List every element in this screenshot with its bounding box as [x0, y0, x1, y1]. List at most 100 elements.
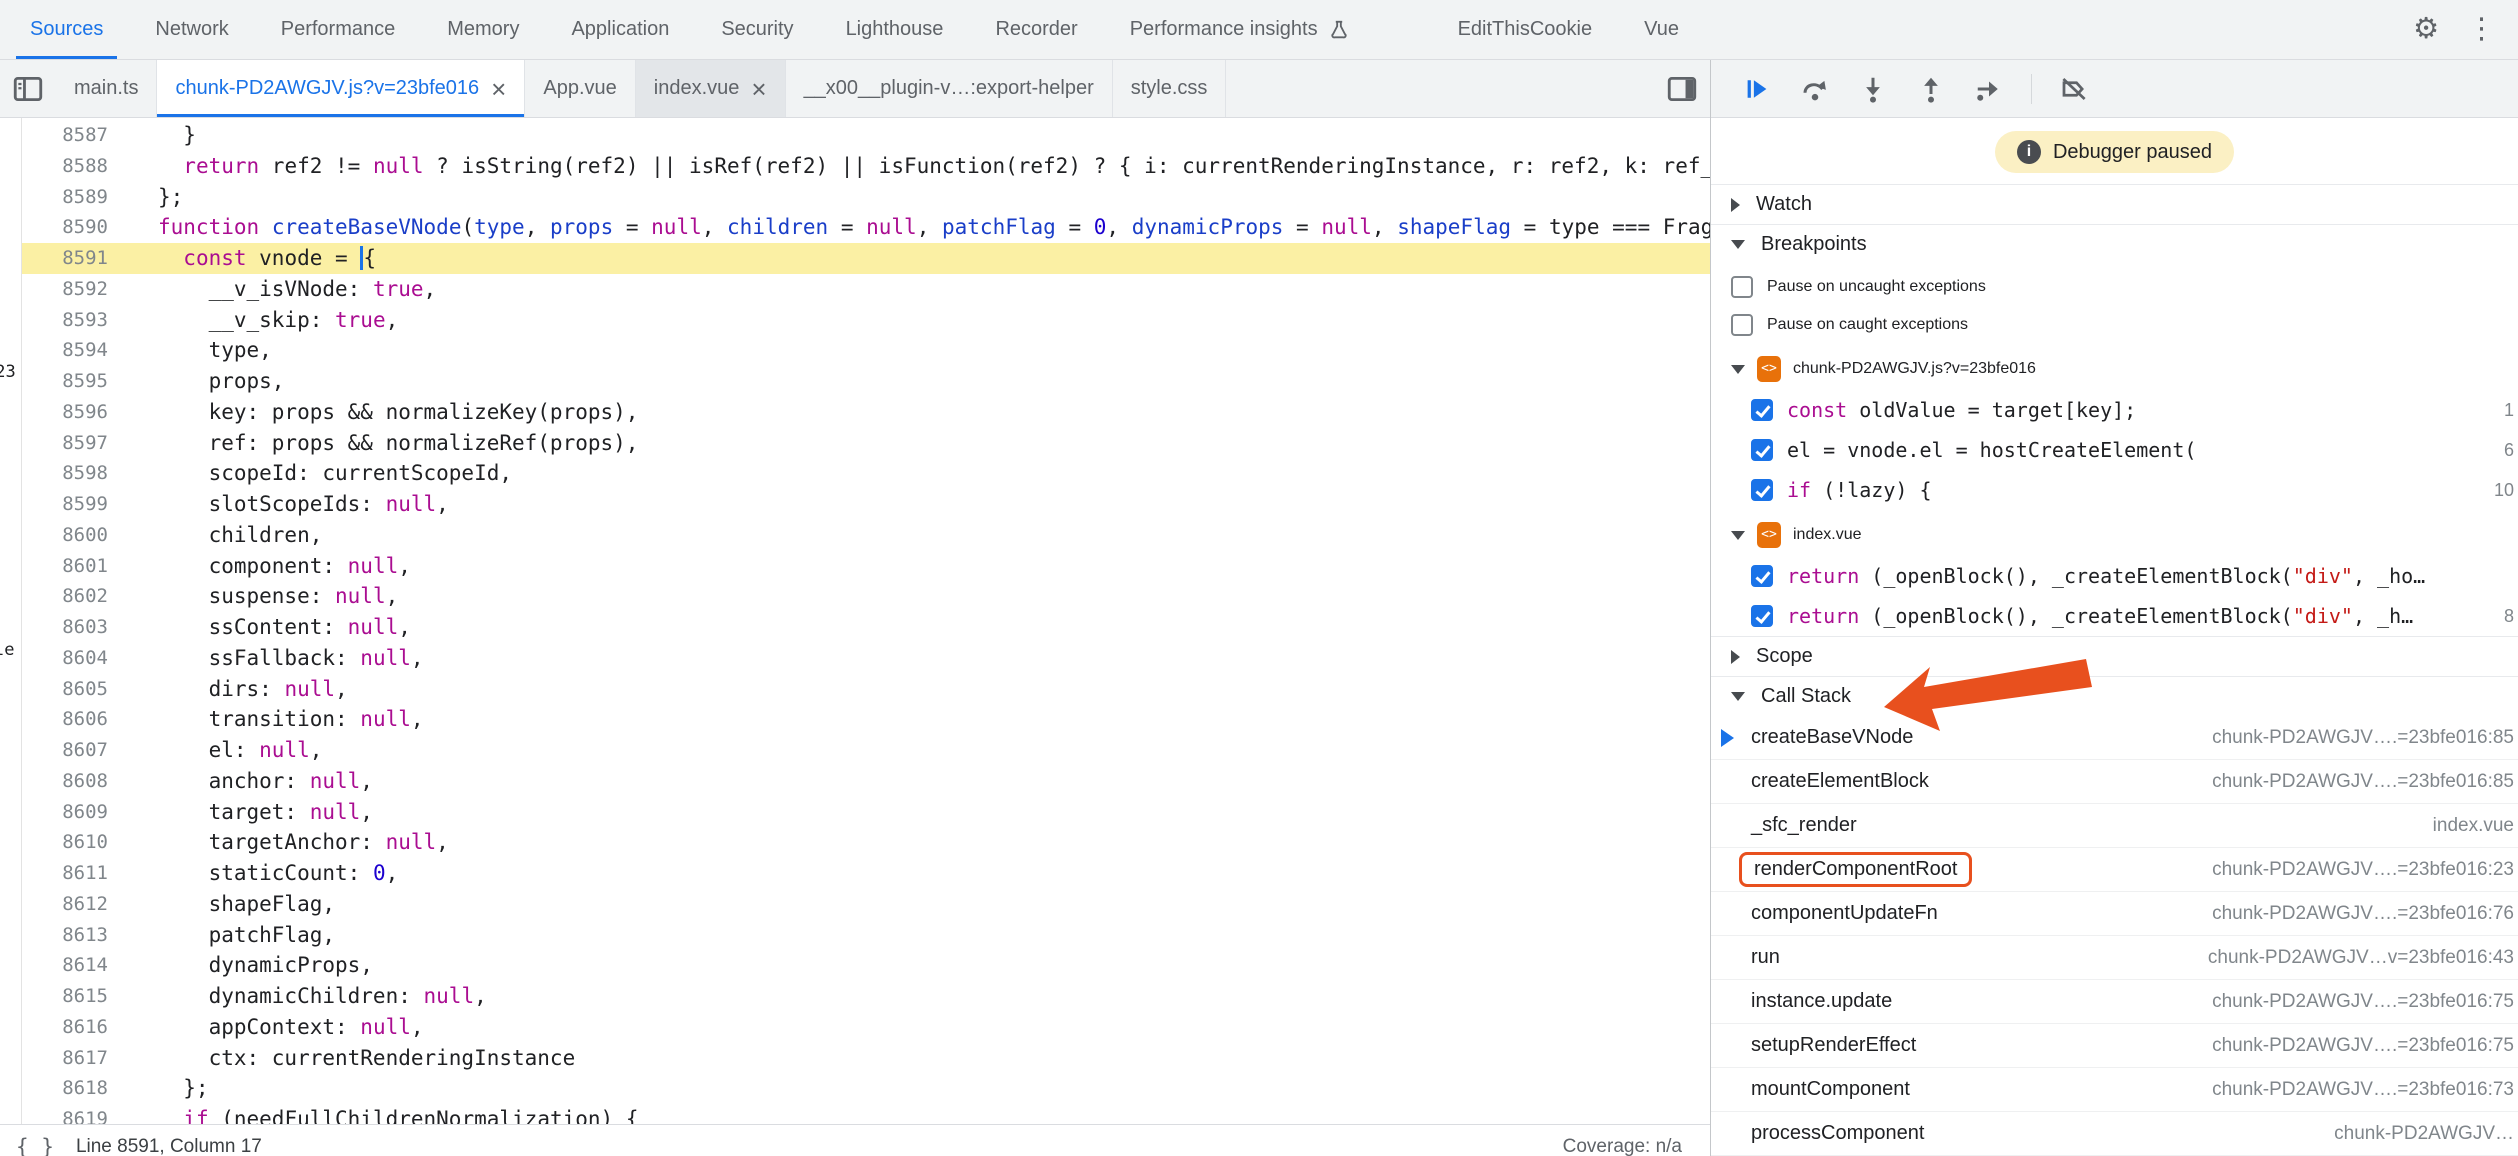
- close-tab-icon[interactable]: ×: [491, 76, 506, 102]
- coverage-status[interactable]: Coverage: n/a: [1563, 1136, 1682, 1156]
- line-number[interactable]: 8619: [22, 1104, 124, 1124]
- callstack-frame[interactable]: createElementBlock chunk-PD2AWGJV….=23bfe…: [1711, 760, 2518, 804]
- line-number[interactable]: 8602: [22, 581, 124, 612]
- callstack-section-header[interactable]: Call Stack: [1711, 676, 2518, 716]
- code-line-text[interactable]: ref: props && normalizeRef(props),: [124, 428, 639, 459]
- line-number[interactable]: 8597: [22, 428, 124, 459]
- line-number[interactable]: 8608: [22, 766, 124, 797]
- code-line-text[interactable]: }: [124, 120, 196, 151]
- line-number[interactable]: 8611: [22, 858, 124, 889]
- code-line-text[interactable]: ctx: currentRenderingInstance: [124, 1043, 576, 1074]
- line-number[interactable]: 8596: [22, 397, 124, 428]
- breakpoint-checkbox[interactable]: [1751, 399, 1773, 421]
- file-tab-style-css[interactable]: style.css: [1113, 60, 1227, 117]
- step-button[interactable]: [1967, 67, 2011, 111]
- callstack-frame[interactable]: renderComponentRoot chunk-PD2AWGJV….=23bf…: [1711, 848, 2518, 892]
- line-number[interactable]: 8612: [22, 889, 124, 920]
- top-tab-editthiscookie[interactable]: EditThisCookie: [1432, 0, 1619, 59]
- code-line-text[interactable]: ssContent: null,: [124, 612, 411, 643]
- line-number[interactable]: 8595: [22, 366, 124, 397]
- line-number[interactable]: 8613: [22, 920, 124, 951]
- line-number[interactable]: 8599: [22, 489, 124, 520]
- top-tab-security[interactable]: Security: [695, 0, 819, 59]
- scope-section-header[interactable]: Scope: [1711, 636, 2518, 676]
- breakpoint-group-index-vue[interactable]: <> index.vue: [1711, 514, 2518, 556]
- callstack-frame[interactable]: componentUpdateFn chunk-PD2AWGJV….=23bfe0…: [1711, 892, 2518, 936]
- code-line-text[interactable]: target: null,: [124, 797, 373, 828]
- code-line-text[interactable]: suspense: null,: [124, 581, 399, 612]
- breakpoint-checkbox[interactable]: [1751, 565, 1773, 587]
- top-tab-performance[interactable]: Performance: [255, 0, 422, 59]
- breakpoint-entry[interactable]: const oldValue = target[key]; 1: [1711, 390, 2518, 430]
- close-tab-icon[interactable]: ×: [751, 76, 766, 102]
- line-number[interactable]: 8593: [22, 305, 124, 336]
- line-number[interactable]: 8592: [22, 274, 124, 305]
- code-line-text[interactable]: scopeId: currentScopeId,: [124, 458, 512, 489]
- code-line-text[interactable]: };: [124, 182, 183, 213]
- line-number[interactable]: 8616: [22, 1012, 124, 1043]
- kebab-menu-icon[interactable]: ⋮: [2467, 15, 2496, 44]
- code-line-text[interactable]: const vnode = {: [124, 243, 376, 274]
- breakpoint-group-chunk-pd2awgjv-js-v-23bfe016[interactable]: <> chunk-PD2AWGJV.js?v=23bfe016: [1711, 348, 2518, 390]
- source-code[interactable]: 8587 } 8588 return ref2 != null ? isStrin…: [22, 118, 1710, 1124]
- breakpoints-section-header[interactable]: Breakpoints: [1711, 224, 2518, 264]
- code-line-text[interactable]: component: null,: [124, 551, 411, 582]
- code-line-text[interactable]: if (needFullChildrenNormalization) {: [124, 1104, 638, 1124]
- code-line-text[interactable]: key: props && normalizeKey(props),: [124, 397, 639, 428]
- top-tab-memory[interactable]: Memory: [421, 0, 545, 59]
- code-line-text[interactable]: el: null,: [124, 735, 323, 766]
- top-tab-application[interactable]: Application: [545, 0, 695, 59]
- line-number[interactable]: 8591: [22, 243, 124, 274]
- code-line-text[interactable]: type,: [124, 335, 272, 366]
- code-line-text[interactable]: children,: [124, 520, 323, 551]
- code-line-text[interactable]: __v_isVNode: true,: [124, 274, 437, 305]
- code-line-text[interactable]: targetAnchor: null,: [124, 827, 449, 858]
- line-number[interactable]: 8601: [22, 551, 124, 582]
- callstack-frame[interactable]: _sfc_render index.vue: [1711, 804, 2518, 848]
- code-line-text[interactable]: };: [124, 1073, 208, 1104]
- callstack-frame[interactable]: setupRenderEffect chunk-PD2AWGJV….=23bfe0…: [1711, 1024, 2518, 1068]
- code-line-text[interactable]: patchFlag,: [124, 920, 335, 951]
- code-line-text[interactable]: function createBaseVNode(type, props = n…: [124, 212, 1710, 243]
- line-number[interactable]: 8600: [22, 520, 124, 551]
- file-tab-main-ts[interactable]: main.ts: [56, 60, 158, 117]
- step-into-button[interactable]: [1851, 67, 1895, 111]
- line-number[interactable]: 8588: [22, 151, 124, 182]
- code-line-text[interactable]: transition: null,: [124, 704, 424, 735]
- line-number[interactable]: 8618: [22, 1073, 124, 1104]
- line-number[interactable]: 8589: [22, 182, 124, 213]
- code-line-text[interactable]: appContext: null,: [124, 1012, 424, 1043]
- toggle-navigator-icon[interactable]: [0, 60, 56, 117]
- file-tab-chunk-pd2awgjv-js-v-23bfe016[interactable]: chunk-PD2AWGJV.js?v=23bfe016 ×: [157, 60, 526, 117]
- code-line-text[interactable]: slotScopeIds: null,: [124, 489, 449, 520]
- code-line-text[interactable]: anchor: null,: [124, 766, 373, 797]
- callstack-frame[interactable]: mountComponent chunk-PD2AWGJV….=23bfe016:…: [1711, 1068, 2518, 1112]
- code-line-text[interactable]: dirs: null,: [124, 674, 348, 705]
- breakpoint-entry[interactable]: return (_openBlock(), _createElementBloc…: [1711, 556, 2518, 596]
- code-editor[interactable]: :23 le 8587 }8588 return ref2 != null ? …: [0, 118, 1710, 1124]
- top-tab-sources[interactable]: Sources: [4, 0, 129, 59]
- line-number[interactable]: 8605: [22, 674, 124, 705]
- line-number[interactable]: 8615: [22, 981, 124, 1012]
- step-out-button[interactable]: [1909, 67, 1953, 111]
- top-tab-recorder[interactable]: Recorder: [969, 0, 1103, 59]
- file-tab-x00-plugin-v-export-helper[interactable]: __x00__plugin-v…:export-helper: [786, 60, 1113, 117]
- step-over-button[interactable]: [1793, 67, 1837, 111]
- line-number[interactable]: 8614: [22, 950, 124, 981]
- settings-gear-icon[interactable]: ⚙: [2413, 15, 2439, 44]
- breakpoint-entry[interactable]: if (!lazy) {10: [1711, 470, 2518, 510]
- code-line-text[interactable]: staticCount: 0,: [124, 858, 399, 889]
- top-tab-network[interactable]: Network: [129, 0, 254, 59]
- code-line-text[interactable]: return ref2 != null ? isString(ref2) || …: [124, 151, 1710, 182]
- breakpoint-entry[interactable]: el = vnode.el = hostCreateElement(6: [1711, 430, 2518, 470]
- code-line-text[interactable]: dynamicProps,: [124, 950, 373, 981]
- file-tab-app-vue[interactable]: App.vue: [525, 60, 636, 117]
- code-line-text[interactable]: shapeFlag,: [124, 889, 335, 920]
- line-number[interactable]: 8606: [22, 704, 124, 735]
- top-tab-lighthouse[interactable]: Lighthouse: [820, 0, 970, 59]
- watch-section-header[interactable]: Watch: [1711, 184, 2518, 224]
- code-line-text[interactable]: __v_skip: true,: [124, 305, 399, 336]
- code-line-text[interactable]: dynamicChildren: null,: [124, 981, 487, 1012]
- file-tab-index-vue[interactable]: index.vue ×: [635, 60, 786, 117]
- callstack-frame[interactable]: instance.update chunk-PD2AWGJV….=23bfe016…: [1711, 980, 2518, 1024]
